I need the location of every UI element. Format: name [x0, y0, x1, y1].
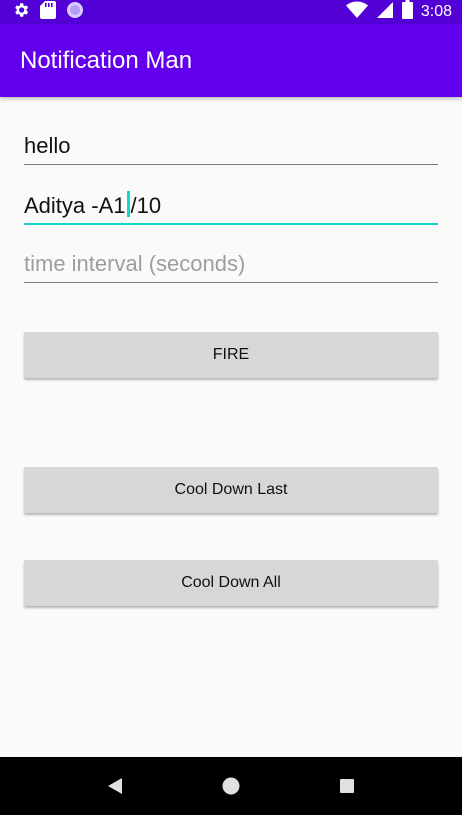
content-field[interactable]: Aditya -A1/10 [24, 179, 438, 225]
interval-field[interactable]: time interval (seconds) [24, 237, 438, 283]
navigation-bar [0, 757, 462, 815]
recents-icon [340, 779, 354, 793]
interval-field-placeholder: time interval (seconds) [24, 251, 246, 276]
back-button[interactable] [95, 757, 135, 815]
sd-card-icon [40, 0, 56, 24]
cool-down-last-button[interactable]: Cool Down Last [24, 467, 438, 513]
gear-icon [12, 1, 30, 24]
status-time: 3:08 [420, 3, 452, 20]
content-field-value: Aditya -A1/10 [24, 191, 161, 219]
fire-button[interactable]: FIRE [24, 332, 438, 378]
content-text-before-cursor: Aditya -A1 [24, 193, 126, 218]
wifi-icon [345, 1, 368, 24]
title-field-value: hello [24, 133, 71, 158]
circle-icon [66, 1, 84, 24]
text-cursor [126, 191, 130, 217]
content-field-underline [24, 223, 438, 225]
home-icon [222, 777, 240, 795]
back-icon [108, 778, 122, 794]
cell-signal-icon [376, 1, 394, 24]
app-bar: Notification Man [0, 24, 462, 97]
content-text-after-cursor: /10 [130, 193, 162, 218]
battery-icon [401, 0, 413, 24]
title-field[interactable]: hello [24, 119, 438, 165]
cool-down-all-button[interactable]: Cool Down All [24, 560, 438, 606]
app-title: Notification Man [20, 47, 193, 74]
recents-button[interactable] [327, 757, 367, 815]
status-bar: 3:08 [0, 0, 462, 24]
home-button[interactable] [211, 757, 251, 815]
interval-field-underline [24, 282, 438, 283]
title-field-underline [24, 164, 438, 165]
